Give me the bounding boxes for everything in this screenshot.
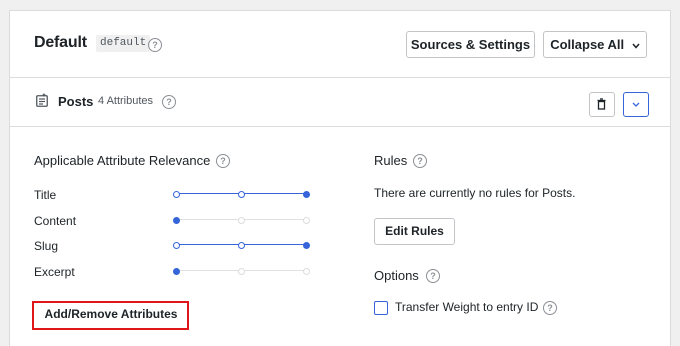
help-icon[interactable]: ? (216, 154, 230, 168)
slider-stop[interactable] (303, 217, 310, 224)
slider-stop[interactable] (238, 268, 245, 275)
collapse-all-label: Collapse All (550, 37, 625, 52)
help-icon[interactable]: ? (413, 154, 427, 168)
add-remove-attributes-button[interactable]: Add/Remove Attributes (39, 303, 183, 328)
chevron-down-icon (632, 102, 640, 107)
rules-title: Rules (374, 153, 408, 168)
options-title: Options (374, 268, 419, 283)
relevance-slider[interactable] (173, 189, 310, 199)
slider-stop[interactable] (238, 217, 245, 224)
slider-stop[interactable] (173, 191, 180, 198)
source-row-posts[interactable]: Posts 4 Attributes ? (10, 78, 670, 127)
document-icon (36, 93, 48, 107)
engine-title: Default (34, 34, 87, 51)
slider-stop[interactable] (173, 217, 180, 224)
help-icon[interactable]: ? (162, 95, 176, 109)
rules-empty-text: There are currently no rules for Posts. (374, 186, 576, 200)
help-icon[interactable]: ? (148, 38, 162, 52)
attribute-count: 4 Attributes (98, 95, 154, 107)
remove-source-button[interactable] (589, 92, 615, 117)
engine-card: Default default ? Sources & Settings Col… (9, 10, 671, 346)
help-icon[interactable]: ? (543, 301, 557, 315)
trash-icon (597, 98, 606, 110)
slider-stop[interactable] (303, 268, 310, 275)
transfer-weight-checkbox[interactable] (374, 301, 388, 315)
toggle-source-button[interactable] (623, 92, 649, 117)
relevance-slider[interactable] (173, 266, 310, 276)
help-icon[interactable]: ? (426, 269, 440, 283)
transfer-weight-label: Transfer Weight to entry ID (395, 300, 539, 314)
slider-stop[interactable] (303, 191, 310, 198)
attribute-label: Title (34, 188, 57, 202)
slider-stop[interactable] (303, 242, 310, 249)
collapse-all-button[interactable]: Collapse All (543, 31, 647, 58)
attribute-label: Slug (34, 239, 59, 253)
engine-slug-tag: default (96, 35, 151, 52)
engine-header: Default default ? Sources & Settings Col… (10, 11, 670, 78)
slider-stop[interactable] (238, 242, 245, 249)
relevance-slider[interactable] (173, 215, 310, 225)
slider-stop[interactable] (173, 242, 180, 249)
relevance-slider[interactable] (173, 240, 310, 250)
sources-settings-button[interactable]: Sources & Settings (406, 31, 535, 58)
slider-stop[interactable] (238, 191, 245, 198)
relevance-title: Applicable Attribute Relevance (34, 153, 211, 168)
slider-stop[interactable] (173, 268, 180, 275)
edit-rules-button[interactable]: Edit Rules (374, 218, 455, 245)
attribute-label: Content (34, 214, 77, 228)
source-title: Posts (58, 94, 94, 109)
attribute-label: Excerpt (34, 265, 75, 279)
chevron-down-icon (632, 43, 640, 49)
